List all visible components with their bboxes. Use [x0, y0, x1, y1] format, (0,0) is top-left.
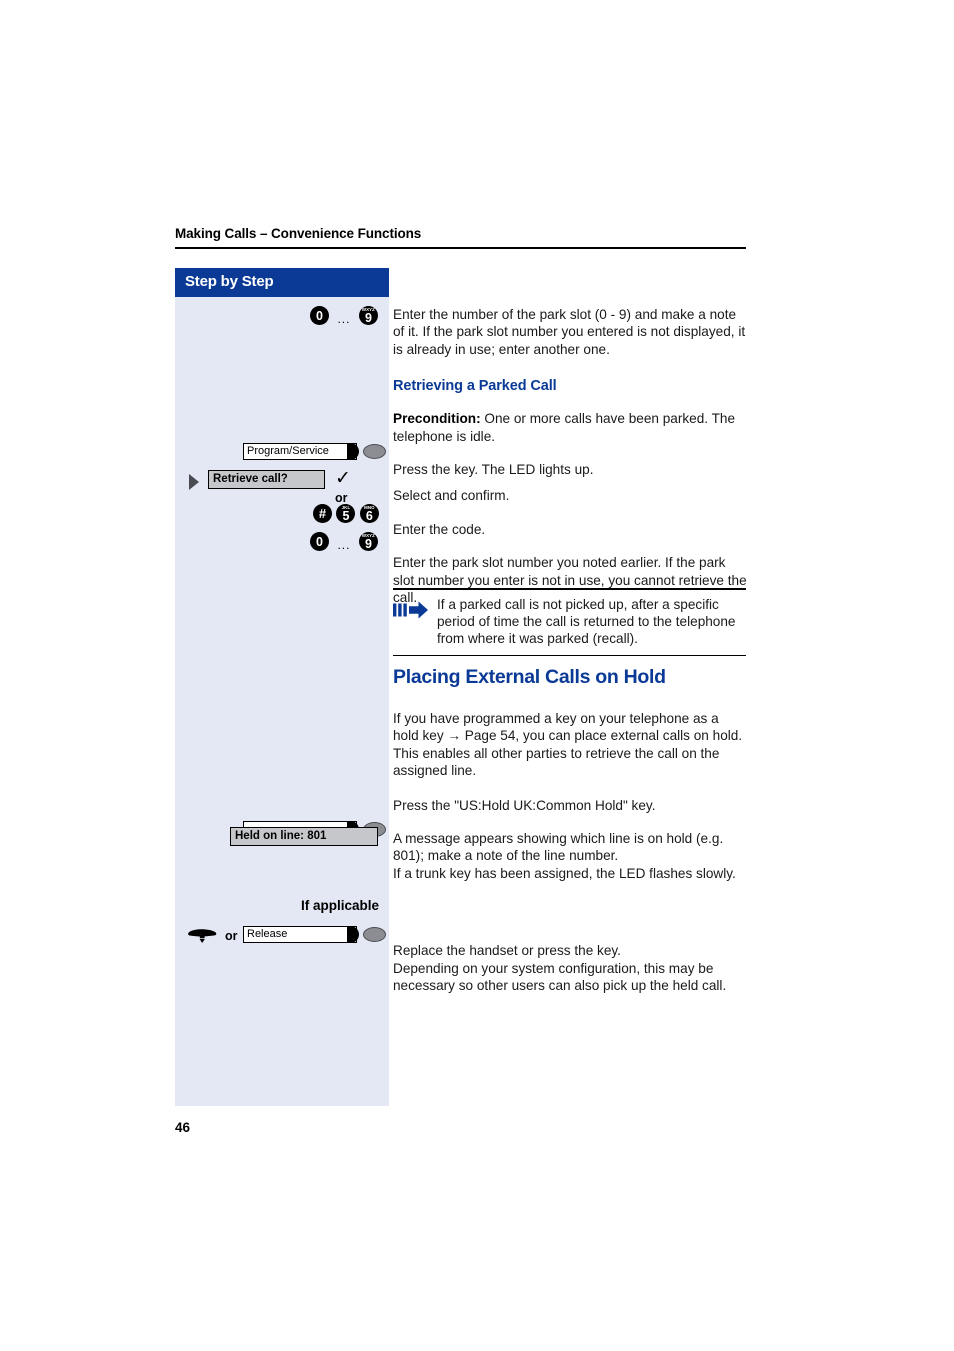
- keypad-retrieve-slot-entry: 0 ... WXYZ 9: [310, 532, 378, 552]
- paragraph-trunk-key: If a trunk key has been assigned, the LE…: [393, 865, 736, 881]
- paragraph-precondition: Precondition: One or more calls have bee…: [393, 410, 748, 445]
- keypad-key-hash-icon: #: [313, 504, 332, 523]
- paragraph-hold-key-intro: If you have programmed a key on your tel…: [393, 711, 743, 744]
- heading-placing-external-calls: Placing External Calls on Hold: [393, 666, 666, 688]
- release-key[interactable]: Release: [243, 926, 389, 943]
- document-page: Making Calls – Convenience Functions Ste…: [0, 0, 954, 1351]
- retrieve-call-display-line[interactable]: Retrieve call?: [208, 470, 325, 489]
- page-number: 46: [175, 1120, 191, 1135]
- program-service-key-led-icon: [363, 444, 386, 459]
- paragraph-message-line: A message appears showing which line is …: [393, 831, 724, 864]
- program-service-key-label: Program/Service: [243, 443, 357, 460]
- paragraph-replace-handset: Replace the handset or press the key.: [393, 943, 621, 959]
- confirm-checkmark-icon: ✓: [335, 467, 351, 489]
- keypad-range-ellipsis-2: ...: [337, 537, 351, 552]
- note-text: If a parked call is not picked up, after…: [437, 596, 736, 647]
- program-service-key[interactable]: Program/Service: [243, 443, 389, 460]
- release-row: or Release: [175, 926, 389, 950]
- select-pointer-icon: [189, 474, 199, 490]
- paragraph-replace-handset-2: Depending on your system configuration, …: [393, 960, 727, 994]
- body-column: Enter the number of the park slot (0 - 9…: [393, 268, 748, 606]
- or-label-2: or: [225, 929, 238, 943]
- body-column-lower: Placing External Calls on Hold If you ha…: [393, 666, 748, 994]
- step-by-step-sidebar: Step by Step 0 ... WXYZ 9 Program/Servic…: [175, 268, 389, 1106]
- note-box: If a parked call is not picked up, after…: [393, 588, 746, 657]
- keypad-key-6-icon: MNO 6: [359, 504, 379, 523]
- keypad-key-5-icon: JKL 5: [336, 504, 356, 523]
- held-on-line-display: Held on line: 801: [230, 827, 378, 846]
- sidebar-header: Step by Step: [175, 268, 389, 297]
- keypad-key-9-retrieve-icon: WXYZ 9: [358, 532, 378, 551]
- program-service-key-tab: [347, 443, 359, 460]
- paragraph-enter-park-slot: Enter the number of the park slot (0 - 9…: [393, 307, 746, 357]
- paragraph-select-confirm: Select and confirm.: [393, 488, 510, 504]
- heading-retrieving-parked-call: Retrieving a Parked Call: [393, 378, 557, 395]
- paragraph-hold-key-intro-2: This enables all other parties to retrie…: [393, 745, 720, 779]
- paragraph-press-hold-key: Press the "US:Hold UK:Common Hold" key.: [393, 797, 656, 813]
- running-head-rule: [175, 247, 746, 249]
- precondition-label: Precondition:: [393, 411, 481, 427]
- sidebar-header-label: Step by Step: [185, 273, 274, 290]
- or-label-1: or: [335, 491, 348, 505]
- note-rule-bottom: [393, 654, 746, 657]
- release-key-led-icon: [363, 927, 386, 942]
- release-key-tab: [347, 926, 359, 943]
- keypad-code-entry: # JKL 5 MNO 6: [313, 504, 379, 523]
- paragraph-enter-code: Enter the code.: [393, 521, 486, 537]
- note-arrow-icon: [393, 596, 437, 648]
- handset-onhook-icon: [187, 928, 221, 944]
- keypad-park-slot-entry: 0 ... WXYZ 9: [310, 306, 378, 326]
- keypad-key-0-retrieve-icon: 0: [310, 532, 329, 551]
- running-head: Making Calls – Convenience Functions: [175, 226, 422, 241]
- keypad-range-ellipsis: ...: [337, 311, 351, 326]
- paragraph-press-key-led: Press the key. The LED lights up.: [393, 462, 594, 478]
- release-key-label: Release: [243, 926, 357, 943]
- keypad-key-0-icon: 0: [310, 306, 329, 325]
- keypad-key-9-icon: WXYZ 9: [358, 306, 378, 325]
- if-applicable-label: If applicable: [300, 898, 379, 913]
